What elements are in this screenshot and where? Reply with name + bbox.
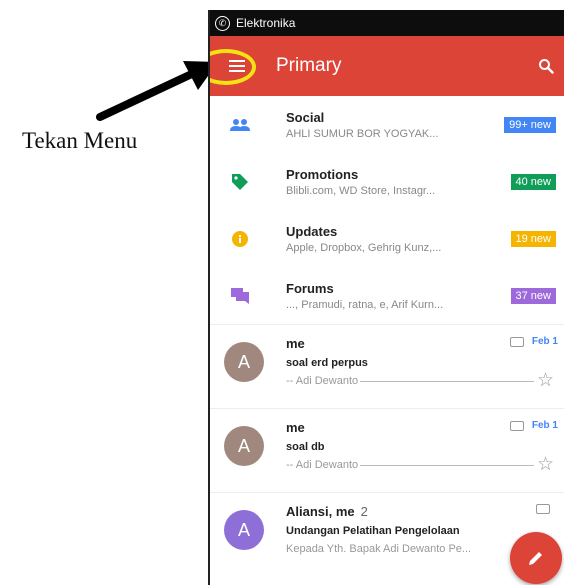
category-title: Social [286,109,325,125]
email-date: Feb 1 [531,420,558,431]
thread-count: 2 [360,504,368,519]
label-icon [509,336,524,347]
sender-name: Aliansi, me [286,504,355,519]
email-date: Feb 1 [531,336,558,347]
toolbar-title: Primary [276,55,342,76]
people-icon [230,118,250,131]
sender-name: me [286,336,305,351]
email-sender: Aliansi, me 2 [286,504,368,519]
category-senders: ..., Pramudi, ratna, e, Arif Kurn... [286,298,444,311]
email-sender: me [286,336,305,351]
sender-name: me [286,420,305,435]
category-senders: AHLI SUMUR BOR YOGYAK... [286,127,439,140]
new-count-badge: 99+ new [504,117,556,133]
status-bar: ✆ Elektronika [210,10,564,36]
menu-button[interactable] [210,36,264,96]
forum-icon [231,287,249,304]
email-row[interactable]: A me soal erd perpus -- Adi Dewanto Feb … [210,324,564,408]
category-senders: Apple, Dropbox, Gehrig Kunz,... [286,241,442,254]
category-title: Updates [286,223,338,239]
sender-avatar[interactable]: A [224,342,264,382]
tag-icon [232,173,248,190]
new-count-badge: 40 new [510,174,556,190]
search-button[interactable] [528,48,564,84]
email-sender: me [286,420,305,435]
compose-pencil-icon [529,552,542,565]
category-forums[interactable]: Forums ..., Pramudi, ratna, e, Arif Kurn… [210,267,564,324]
compose-button[interactable] [510,532,562,584]
star-icon[interactable]: ☆ [537,453,554,476]
snippet-divider [360,465,534,466]
info-icon [232,230,248,247]
email-row[interactable]: A me soal db -- Adi Dewanto Feb 1 ☆ [210,408,564,492]
search-icon [539,59,554,74]
highlight-circle [210,49,256,85]
new-count-badge: 37 new [510,288,556,304]
snippet-divider [360,381,534,382]
category-social[interactable]: Social AHLI SUMUR BOR YOGYAK... 99+ new [210,96,564,153]
phone-screen: ✆ Elektronika Primary Social AHLI SUMUR … [208,10,564,585]
label-icon [509,420,524,431]
new-count-badge: 19 new [510,231,556,247]
label-icon [536,504,550,514]
whatsapp-icon: ✆ [215,15,230,31]
email-subject: soal db [286,441,325,453]
inbox-list: Social AHLI SUMUR BOR YOGYAK... 99+ new … [210,96,564,576]
category-promotions[interactable]: Promotions Blibli.com, WD Store, Instagr… [210,153,564,210]
category-updates[interactable]: Updates Apple, Dropbox, Gehrig Kunz,... … [210,210,564,267]
email-subject: Undangan Pelatihan Pengelolaan [286,525,460,537]
category-title: Forums [286,280,334,296]
category-title: Promotions [286,166,359,182]
notification-app-name: Elektronika [236,16,296,30]
email-snippet: -- Adi Dewanto [286,459,359,471]
category-senders: Blibli.com, WD Store, Instagr... [286,184,436,197]
sender-avatar[interactable]: A [224,510,264,550]
star-icon[interactable]: ☆ [537,369,554,392]
sender-avatar[interactable]: A [224,426,264,466]
email-snippet: -- Adi Dewanto [286,375,359,387]
email-snippet: Kepada Yth. Bapak Adi Dewanto Pe... [286,543,472,555]
email-subject: soal erd perpus [286,357,368,369]
app-toolbar: Primary [210,36,564,96]
